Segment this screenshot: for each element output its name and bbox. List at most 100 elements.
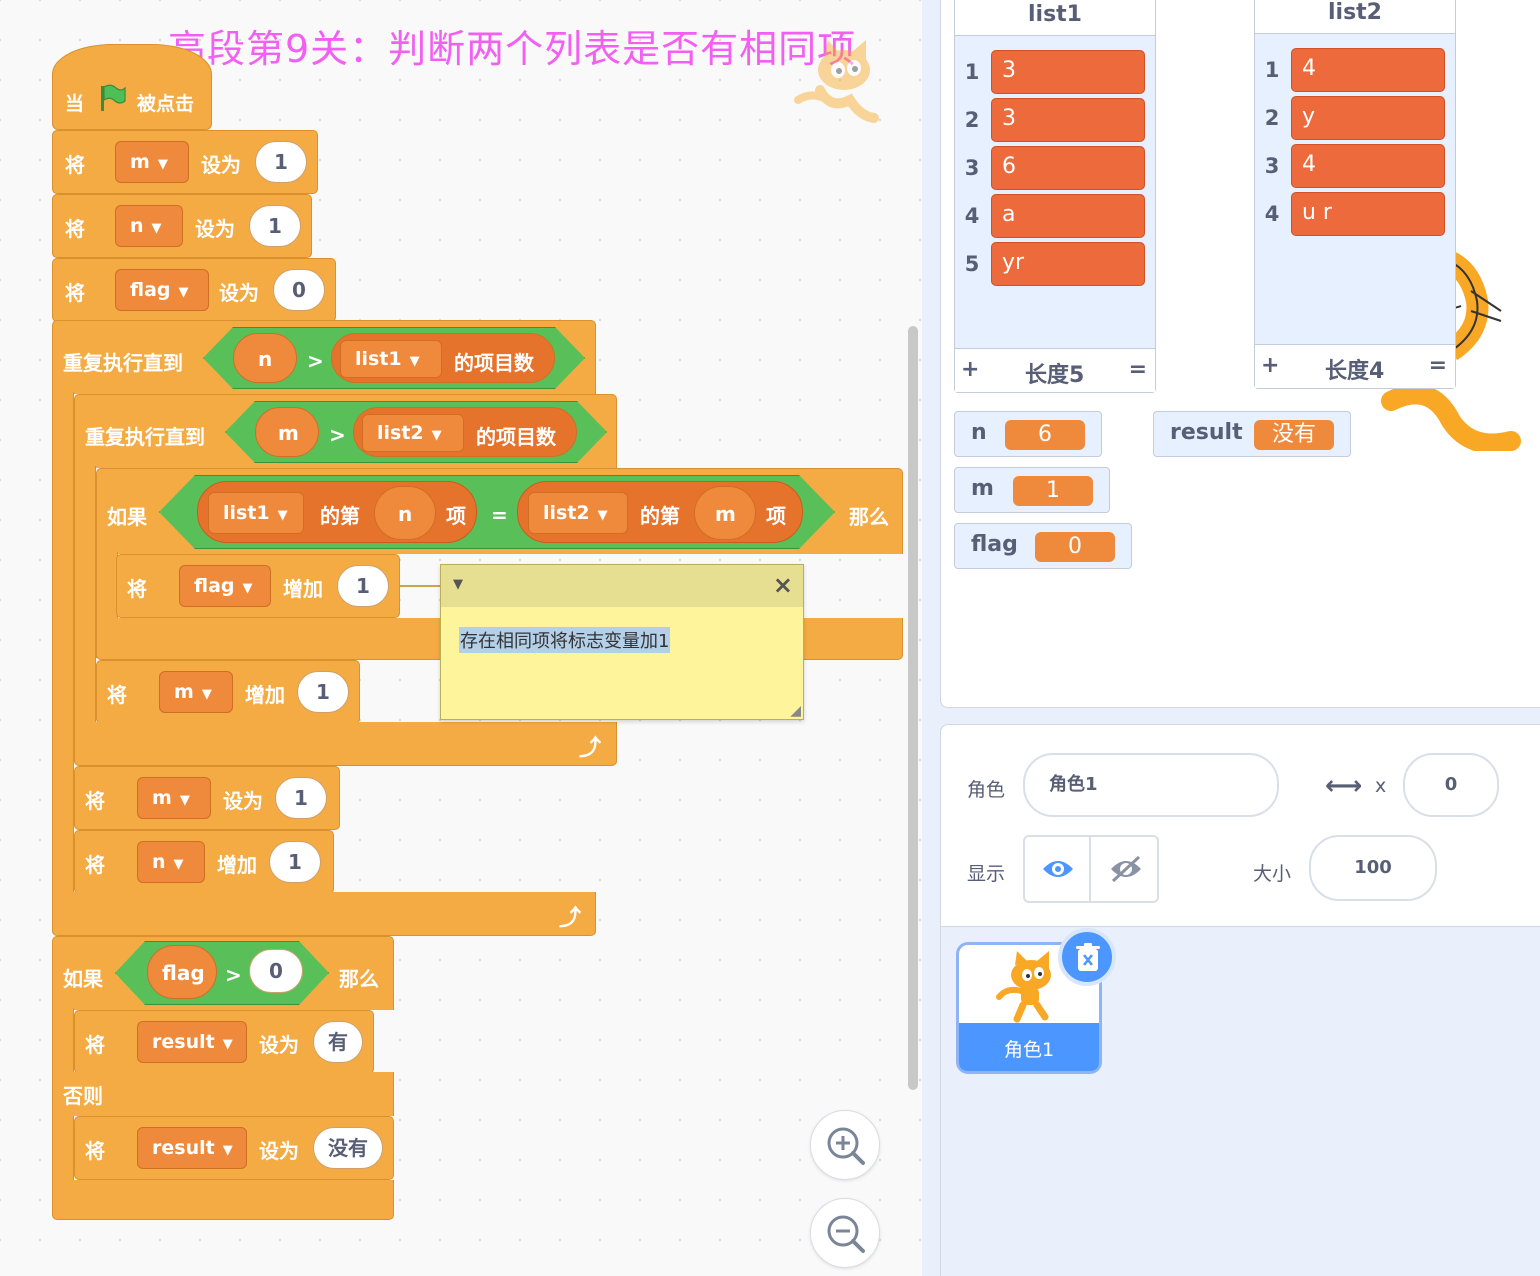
x-input[interactable]: 0 <box>1403 753 1499 817</box>
caret-down-icon: ▼ <box>409 354 420 369</box>
value-input[interactable]: 1 <box>337 565 389 607</box>
list-length-reporter[interactable]: list2 ▼ 的项目数 <box>353 407 577 457</box>
vertical-scrollbar[interactable] <box>908 326 918 1090</box>
list-dropdown-list2[interactable]: list2 ▼ <box>362 414 464 452</box>
var-reporter-n[interactable]: n <box>233 333 297 383</box>
list1-monitor[interactable]: list1 1 3 2 3 3 6 4 a 5 yr + 长度5 = <box>954 0 1156 393</box>
var-reporter-m[interactable]: m <box>255 407 319 457</box>
value-input[interactable]: 0 <box>273 269 325 311</box>
collapse-triangle-icon[interactable]: ▼ <box>453 577 463 592</box>
set-flag-block[interactable]: 将 flag ▼ 设为 0 <box>52 258 336 322</box>
else-section: 否则 <box>52 1072 394 1116</box>
value-input[interactable]: 1 <box>255 141 307 183</box>
list-item[interactable]: 3 <box>991 98 1145 142</box>
zoom-out-button[interactable] <box>810 1198 880 1268</box>
var-value: 没有 <box>1254 420 1334 450</box>
var-reporter-m[interactable]: m <box>694 486 756 540</box>
list-item[interactable]: 4 <box>1291 144 1445 188</box>
var-dropdown-flag[interactable]: flag ▼ <box>115 269 209 311</box>
var-dropdown-n[interactable]: n ▼ <box>115 205 183 247</box>
var-dropdown-n[interactable]: n ▼ <box>137 841 205 883</box>
set-result-no-block[interactable]: 将 result ▼ 设为 没有 <box>74 1116 394 1180</box>
sprite-name-input[interactable]: 角色1 <box>1023 753 1279 817</box>
title-comment: 高段第9关：判断两个列表是否有相同项 <box>168 27 857 71</box>
if-else-block[interactable]: 如果 flag > 0 那么 <box>52 936 394 1010</box>
size-input[interactable]: 100 <box>1309 835 1437 901</box>
list2-title: list2 <box>1255 0 1455 34</box>
stage[interactable]: list1 1 3 2 3 3 6 4 a 5 yr + 长度5 = list2… <box>940 0 1540 708</box>
var-dropdown-flag[interactable]: flag ▼ <box>179 565 271 607</box>
set-m-block[interactable]: 将 m ▼ 设为 1 <box>52 130 318 194</box>
list-item[interactable]: u r <box>1291 192 1445 236</box>
code-area[interactable]: 高段第9关：判断两个列表是否有相同项 当 被点击 将 m ▼ 设为 1 将 n ▼ … <box>0 0 922 1276</box>
outer-loop-bottom: ⤴ <box>52 892 596 936</box>
value-input[interactable]: 1 <box>297 671 349 713</box>
value-input[interactable]: 1 <box>275 777 327 819</box>
value-input[interactable]: 1 <box>249 205 301 247</box>
caret-down-icon: ▼ <box>242 581 253 596</box>
delete-sprite-button[interactable] <box>1058 928 1116 986</box>
zoom-in-button[interactable] <box>810 1110 880 1180</box>
change-m-block[interactable]: 将 m ▼ 增加 1 <box>96 660 360 724</box>
list-dropdown-list1[interactable]: list1 ▼ <box>340 340 442 378</box>
show-visible-button[interactable] <box>1025 837 1091 901</box>
caret-down-icon: ▼ <box>222 1143 233 1158</box>
inner-repeat-until-block[interactable]: 重复执行直到 m > list2 ▼ 的项目数 <box>74 394 617 468</box>
var-dropdown-result[interactable]: result ▼ <box>137 1021 247 1063</box>
var-monitor-n[interactable]: n 6 <box>954 411 1102 457</box>
resize-handle-icon[interactable]: ◢ <box>790 703 801 719</box>
list-length-reporter[interactable]: list1 ▼ 的项目数 <box>331 333 555 383</box>
list-dropdown-list2[interactable]: list2 ▼ <box>528 492 628 534</box>
value-input[interactable]: 1 <box>269 841 321 883</box>
when-flag-clicked-block[interactable]: 当 被点击 <box>52 44 212 130</box>
var-reporter-flag[interactable]: flag <box>147 945 217 999</box>
resize-handle[interactable]: = <box>1129 357 1147 382</box>
list-index: 1 <box>1264 58 1280 82</box>
value-input[interactable]: 没有 <box>313 1127 383 1169</box>
change-flag-block[interactable]: 将 flag ▼ 增加 1 <box>116 554 400 618</box>
list-item[interactable]: yr <box>991 242 1145 286</box>
var-dropdown-m[interactable]: m ▼ <box>115 141 189 183</box>
var-dropdown-m[interactable]: m ▼ <box>137 777 211 819</box>
list2-footer: + 长度4 = <box>1255 344 1455 388</box>
list-length: 长度5 <box>1025 363 1085 388</box>
list-item[interactable]: 6 <box>991 146 1145 190</box>
loop-arrow-icon: ⤴ <box>559 906 582 931</box>
list-item[interactable]: 4 <box>1291 48 1445 92</box>
var-dropdown-m[interactable]: m ▼ <box>159 671 233 713</box>
reset-m-block[interactable]: 将 m ▼ 设为 1 <box>74 766 340 830</box>
change-n-block[interactable]: 将 n ▼ 增加 1 <box>74 830 334 894</box>
var-monitor-flag[interactable]: flag 0 <box>954 523 1132 569</box>
resize-handle[interactable]: = <box>1429 353 1447 378</box>
add-item-button[interactable]: + <box>1261 353 1279 378</box>
list2-monitor[interactable]: list2 1 4 2 y 3 4 4 u r + 长度4 = <box>1254 0 1456 389</box>
block-comment[interactable]: ▼ × 存在相同项将标志变量加1 ◢ <box>440 564 804 720</box>
add-item-button[interactable]: + <box>961 357 979 382</box>
loop-arrow-icon: ⤴ <box>579 736 602 761</box>
value-input[interactable]: 有 <box>313 1021 363 1063</box>
comment-header[interactable]: ▼ × <box>441 565 803 607</box>
set-result-yes-block[interactable]: 将 result ▼ 设为 有 <box>74 1010 374 1074</box>
list-item[interactable]: y <box>1291 96 1445 140</box>
sprite-name: 角色1 <box>1003 1039 1055 1061</box>
x-label: x <box>1375 775 1387 797</box>
item-of-list-reporter[interactable]: list2 ▼ 的第 m 项 <box>517 481 803 543</box>
list-item[interactable]: 3 <box>991 50 1145 94</box>
if-else-bottom <box>52 1180 394 1220</box>
list-index: 2 <box>964 108 980 132</box>
var-monitor-result[interactable]: result 没有 <box>1153 411 1351 457</box>
inner-loop-bottom: ⤴ <box>74 722 617 766</box>
set-n-block[interactable]: 将 n ▼ 设为 1 <box>52 194 312 258</box>
show-hidden-button[interactable] <box>1093 837 1159 901</box>
close-icon[interactable]: × <box>773 571 793 599</box>
list-item[interactable]: a <box>991 194 1145 238</box>
outer-repeat-until-block[interactable]: 重复执行直到 n > list1 ▼ 的项目数 <box>52 320 596 394</box>
comment-text[interactable]: 存在相同项将标志变量加1 <box>459 627 671 653</box>
var-monitor-m[interactable]: m 1 <box>954 467 1110 513</box>
item-of-list-reporter[interactable]: list1 ▼ 的第 n 项 <box>197 481 477 543</box>
var-dropdown-result[interactable]: result ▼ <box>137 1127 247 1169</box>
list-dropdown-list1[interactable]: list1 ▼ <box>208 492 304 534</box>
if-equal-block[interactable]: 如果 list1 ▼ 的第 n 项 = list2 ▼ 的第 m 项 那么 <box>96 468 903 554</box>
value-input[interactable]: 0 <box>249 949 303 993</box>
var-reporter-n[interactable]: n <box>374 486 436 540</box>
